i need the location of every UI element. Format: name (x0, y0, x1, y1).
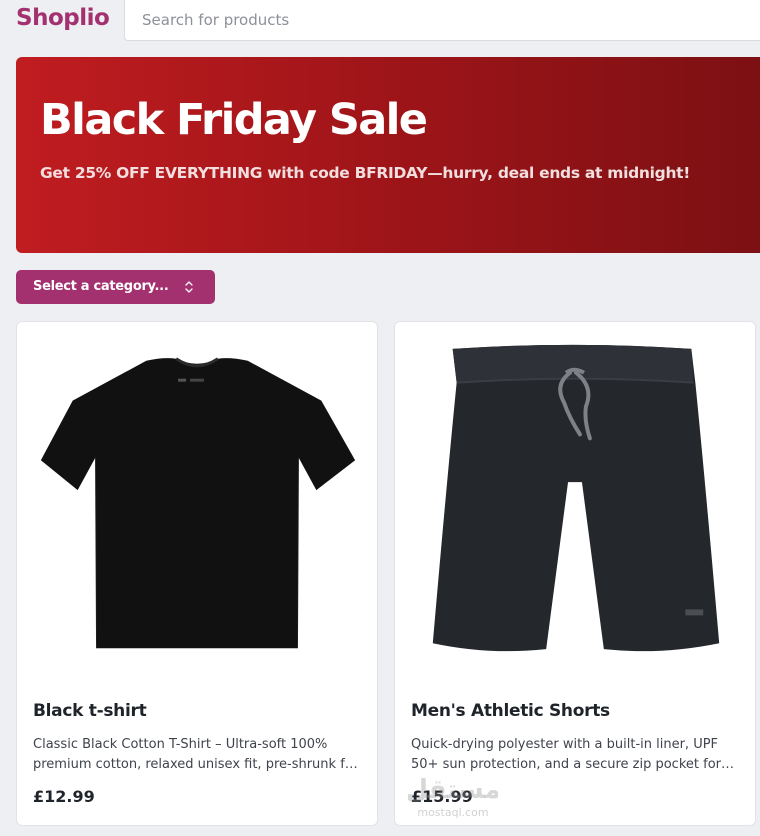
product-name[interactable]: Black t-shirt (33, 701, 147, 721)
product-price: £12.99 (33, 787, 95, 806)
black-tshirt-image[interactable] (17, 322, 377, 682)
product-description: Classic Black Cotton T-Shirt – Ultra-sof… (33, 737, 359, 772)
search-bar[interactable] (124, 0, 760, 41)
logo[interactable]: Shoplio (16, 5, 110, 31)
header: Shoplio (0, 0, 760, 41)
athletic-shorts-image[interactable] (395, 322, 755, 682)
product-card[interactable]: Black t-shirt Classic Black Cotton T-Shi… (16, 321, 378, 826)
product-description: Quick-drying polyester with a built-in l… (411, 737, 722, 772)
product-price: £15.99 (411, 787, 473, 806)
product-name[interactable]: Men's Athletic Shorts (411, 701, 610, 721)
banner-subtitle: Get 25% OFF EVERYTHING with code BFRIDAY… (40, 164, 691, 182)
banner-title: Black Friday Sale (40, 95, 428, 145)
category-select[interactable]: Select a category... (16, 270, 215, 304)
category-select-label: Select a category... (33, 279, 169, 294)
chevron-updown-icon (185, 281, 193, 293)
promo-banner: Black Friday Sale Get 25% OFF EVERYTHING… (16, 57, 760, 253)
search-input[interactable] (125, 0, 760, 40)
product-card[interactable]: Men's Athletic Shorts Quick-drying polye… (394, 321, 756, 826)
